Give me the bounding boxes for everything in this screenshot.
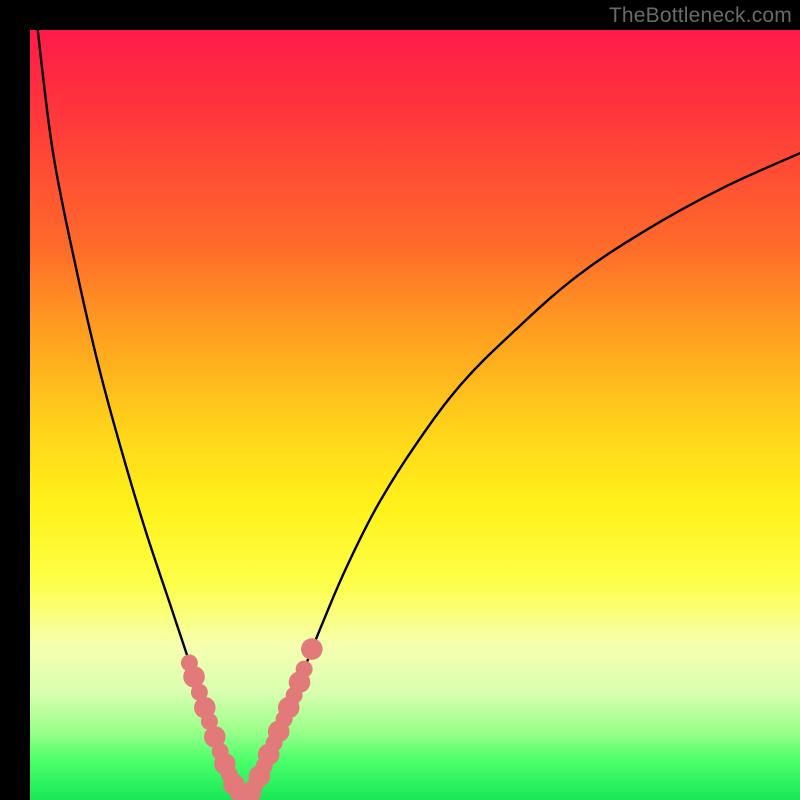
watermark-text: TheBottleneck.com bbox=[609, 4, 792, 28]
highlight-dot bbox=[301, 638, 323, 660]
curve-right-path bbox=[243, 153, 800, 797]
chart-stage: TheBottleneck.com bbox=[0, 0, 800, 800]
curve-layer bbox=[38, 30, 800, 797]
marker-layer bbox=[181, 638, 323, 800]
highlight-dot bbox=[296, 661, 313, 678]
plot-area bbox=[30, 30, 800, 800]
chart-svg bbox=[30, 30, 800, 800]
curve-left-path bbox=[38, 30, 243, 797]
